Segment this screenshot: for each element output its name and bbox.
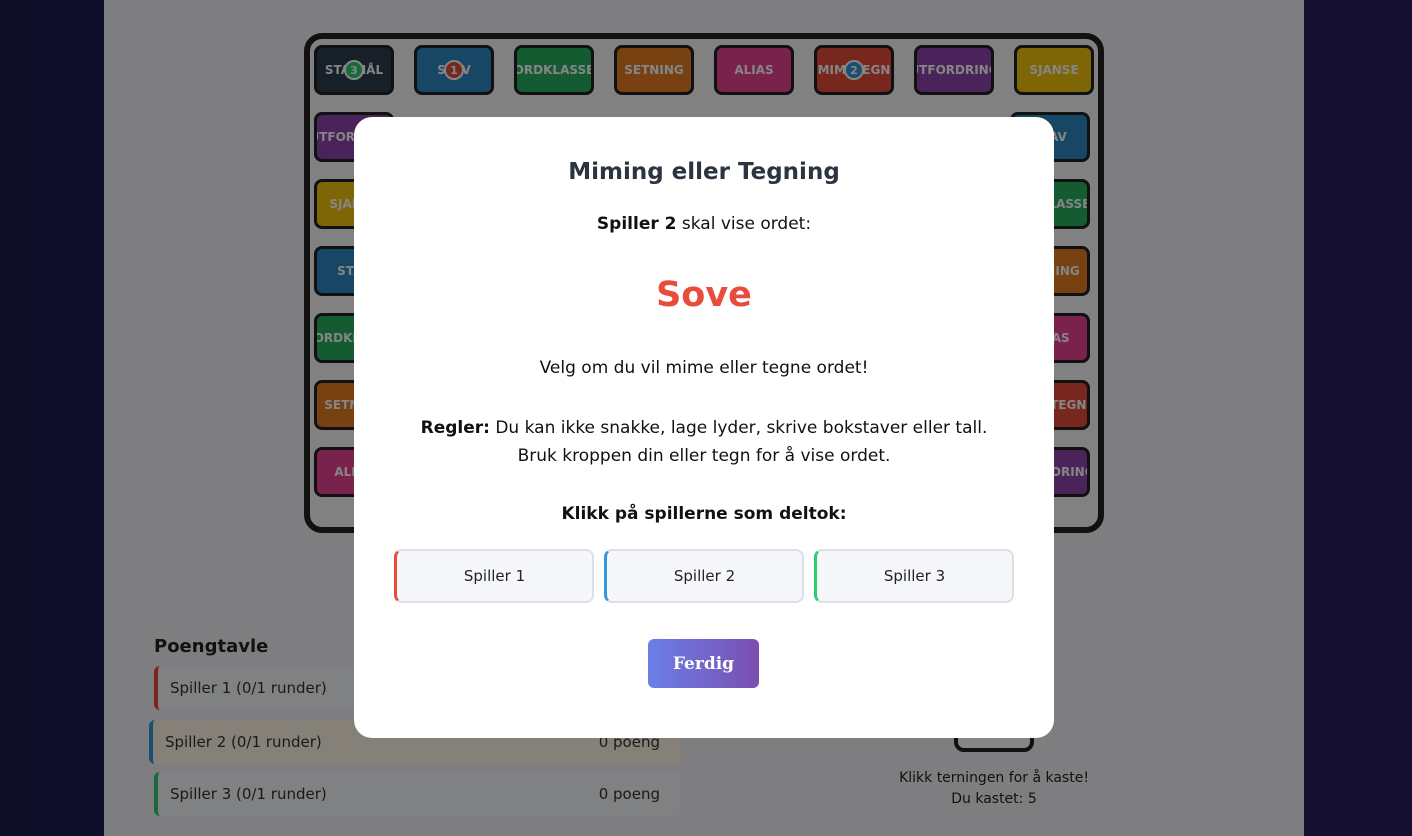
modal-title: Miming eller Tegning	[568, 159, 840, 185]
rules-text: Du kan ikke snakke, lage lyder, skrive b…	[489, 418, 988, 466]
player-2-button[interactable]: Spiller 2	[604, 549, 804, 603]
mime-draw-modal: Miming eller Tegning Spiller 2 skal vise…	[354, 117, 1054, 738]
rules-label: Regler:	[420, 418, 490, 438]
target-word: Sove	[656, 275, 752, 315]
prompt-text: skal vise ordet:	[676, 214, 812, 234]
participants-label: Klikk på spillerne som deltok:	[561, 504, 847, 524]
modal-prompt: Spiller 2 skal vise ordet:	[354, 214, 1054, 234]
player-1-button[interactable]: Spiller 1	[394, 549, 594, 603]
done-button[interactable]: Ferdig	[648, 639, 759, 688]
modal-rules: Regler: Du kan ikke snakke, lage lyder, …	[414, 414, 994, 470]
player-3-button[interactable]: Spiller 3	[814, 549, 1014, 603]
modal-instruction: Velg om du vil mime eller tegne ordet!	[539, 358, 869, 378]
active-player: Spiller 2	[596, 214, 677, 234]
